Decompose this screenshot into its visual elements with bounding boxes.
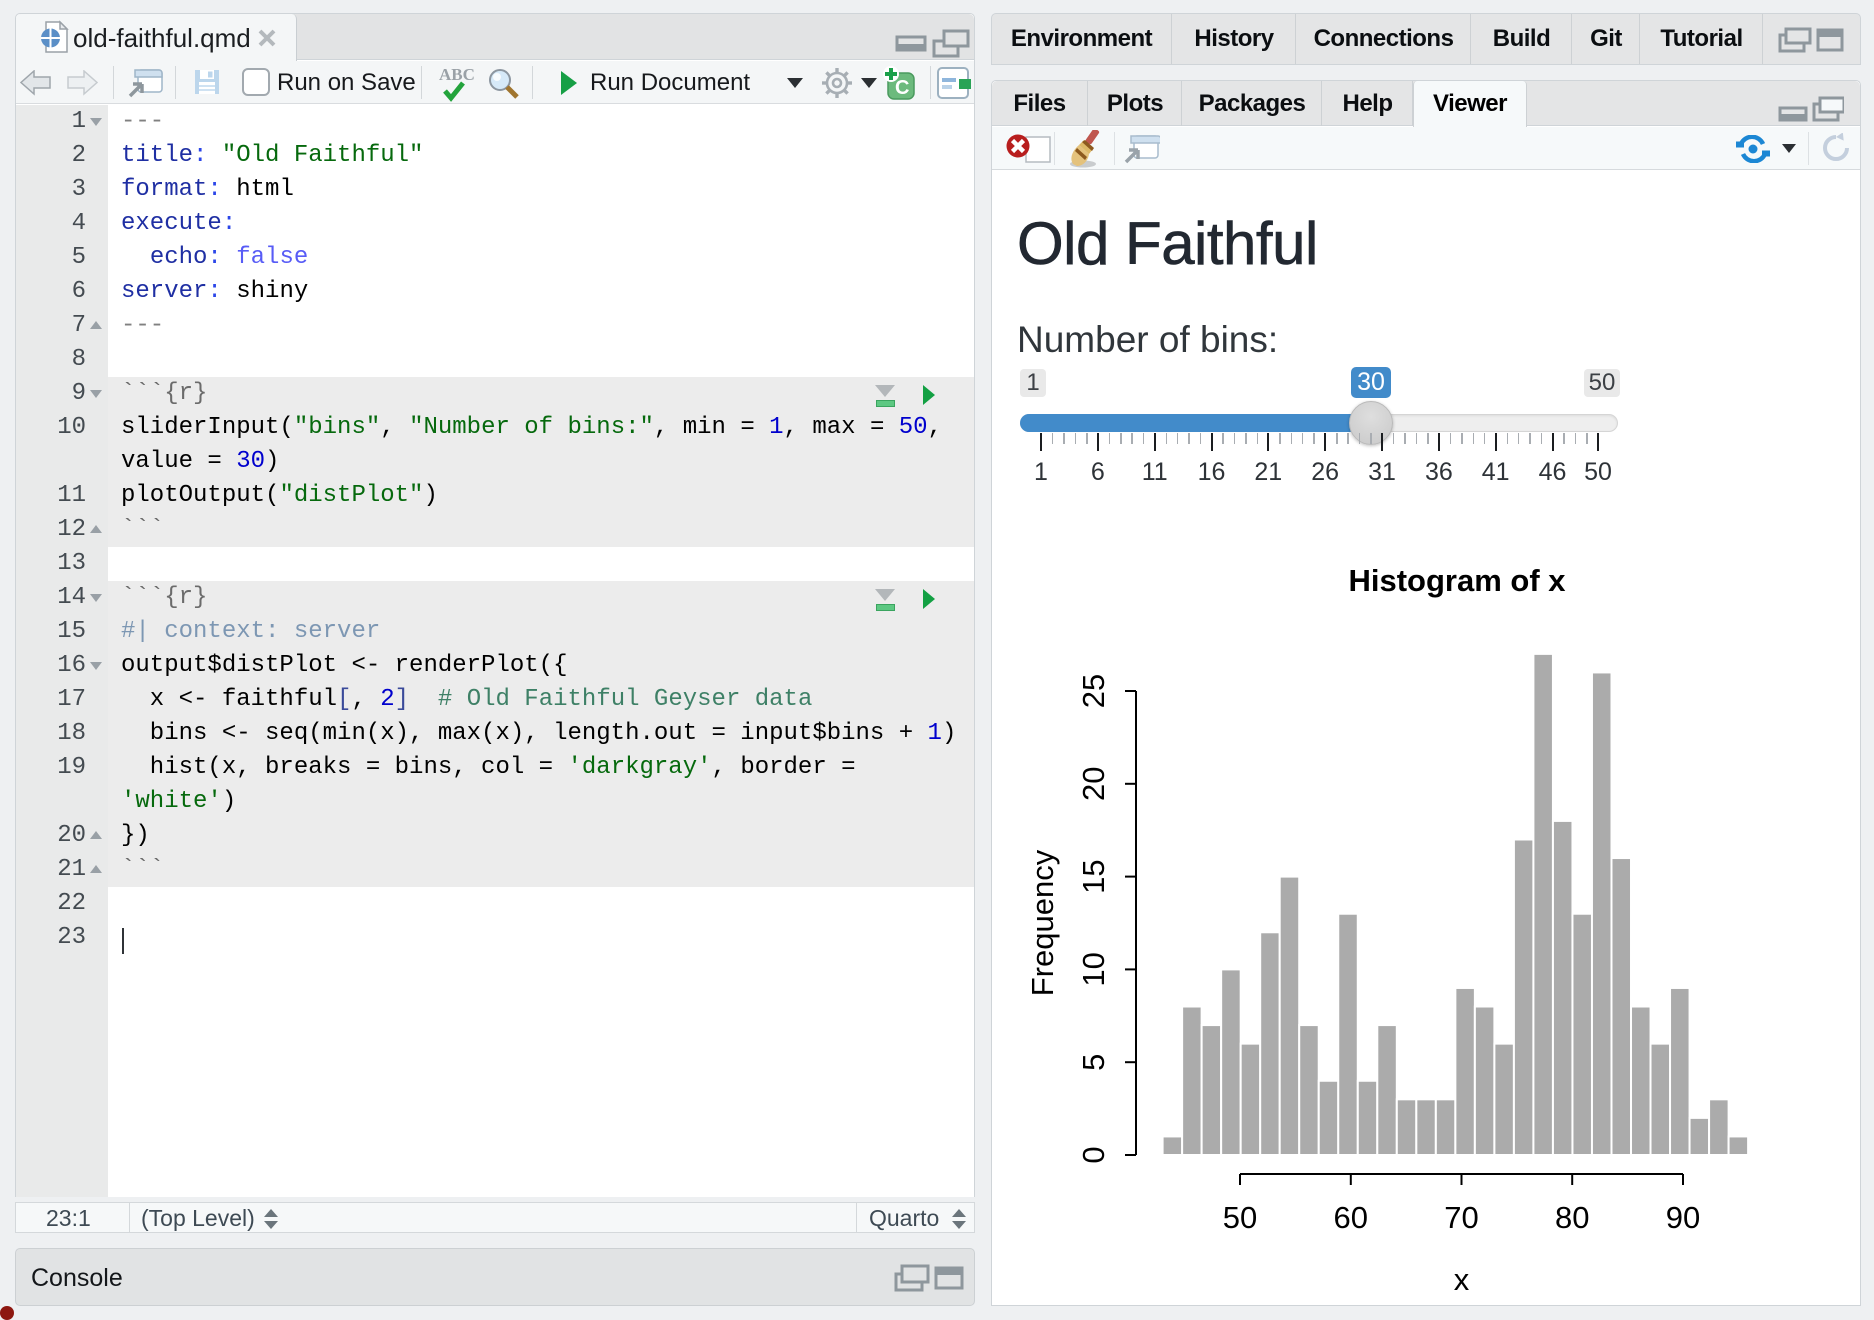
- svg-text:x: x: [1454, 1262, 1470, 1297]
- svg-text:Frequency: Frequency: [1025, 849, 1060, 996]
- svg-text:5: 5: [1076, 1054, 1111, 1071]
- svg-text:60: 60: [1334, 1200, 1368, 1235]
- svg-text:80: 80: [1555, 1200, 1589, 1235]
- svg-text:ABC: ABC: [439, 65, 475, 84]
- svg-text:C: C: [895, 77, 909, 99]
- svg-text:70: 70: [1444, 1200, 1478, 1235]
- svg-text:0: 0: [1076, 1146, 1111, 1163]
- svg-text:25: 25: [1076, 674, 1111, 708]
- svg-text:20: 20: [1076, 767, 1111, 801]
- svg-text:15: 15: [1076, 859, 1111, 893]
- svg-text:50: 50: [1223, 1200, 1257, 1235]
- svg-text:Histogram of x: Histogram of x: [1348, 563, 1566, 598]
- svg-text:10: 10: [1076, 952, 1111, 986]
- svg-text:90: 90: [1666, 1200, 1700, 1235]
